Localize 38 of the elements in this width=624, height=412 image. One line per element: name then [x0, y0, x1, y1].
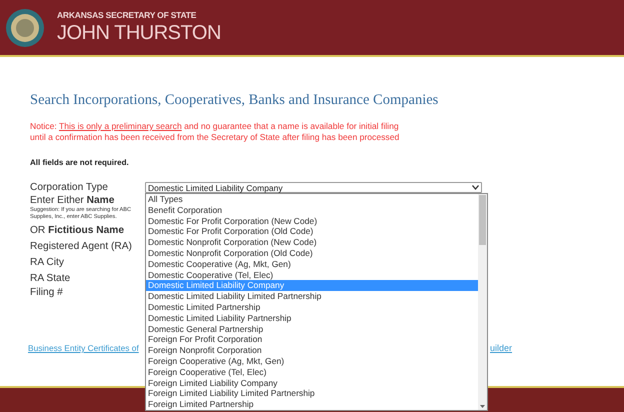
- scroll-down-icon[interactable]: [480, 404, 485, 408]
- corporation-type-select[interactable]: Domestic Limited Liability Company: [145, 182, 482, 193]
- dropdown-option[interactable]: Foreign Limited Partnership: [146, 399, 478, 410]
- field-label: OR Fictitious Name: [30, 225, 125, 237]
- dropdown-option[interactable]: Foreign For Profit Corporation: [146, 334, 478, 346]
- dropdown-option[interactable]: Domestic For Profit Corporation (Old Code): [146, 226, 478, 238]
- field-label: RA City: [30, 257, 65, 269]
- scrollbar-thumb[interactable]: [479, 195, 486, 245]
- dropdown-option[interactable]: Foreign Cooperative (Ag, Mkt, Gen): [146, 356, 478, 367]
- dropdown-option[interactable]: Domestic Nonprofit Corporation (Old Code): [146, 248, 478, 259]
- dropdown-option[interactable]: Foreign Nonprofit Corporation: [146, 345, 478, 356]
- dropdown-option[interactable]: Domestic General Partnership: [146, 324, 478, 334]
- preliminary-search-link[interactable]: This is only a preliminary search: [58, 121, 182, 131]
- field-label: Filing #: [30, 287, 64, 299]
- dropdown-option[interactable]: Domestic Nonprofit Corporation (New Code): [146, 237, 478, 248]
- page-title: Search Incorporations, Cooperatives, Banks and Insurance Companies: [30, 91, 440, 109]
- dropdown-option[interactable]: Domestic Limited Liability Partnership: [146, 312, 478, 324]
- dropdown-option[interactable]: Benefit Corporation: [146, 204, 478, 216]
- dropdown-option[interactable]: Domestic Limited Partnership: [146, 302, 478, 313]
- field-label: Corporation Type: [30, 182, 109, 194]
- header-name: JOHN THURSTON: [57, 21, 221, 45]
- notice-text: Notice: This is only a preliminary search and no guarantee that a name is available for initial filing until a confirmation has been received from the Secretary of State after filing has been processed: [30, 121, 400, 143]
- dropdown-option[interactable]: Domestic Cooperative (Ag, Mkt, Gen): [146, 258, 478, 270]
- dropdown-option[interactable]: Foreign Limited Liability Company: [146, 378, 478, 388]
- dropdown-option[interactable]: Domestic Limited Liability Limited Partnership: [146, 291, 478, 302]
- caret-icon: [472, 185, 479, 190]
- field-label: RA State: [30, 273, 72, 285]
- field-label: Enter Either Name: [30, 195, 116, 207]
- seal-icon: [5, 8, 45, 48]
- scrollbar[interactable]: [478, 194, 487, 410]
- field-label: Registered Agent (RA): [30, 241, 133, 253]
- required-note: All fields are not required.: [30, 157, 130, 169]
- dropdown-option[interactable]: Foreign Limited Liability Limited Partnership: [146, 388, 478, 400]
- dropdown-option[interactable]: Foreign Cooperative (Tel, Elec): [146, 366, 478, 378]
- dropdown-option[interactable]: Domestic Cooperative (Tel, Elec): [146, 270, 478, 280]
- header-subtitle: ARKANSAS SECRETARY OF STATE: [57, 10, 198, 21]
- dropdown-option[interactable]: All Types: [146, 194, 478, 205]
- dropdown-option[interactable]: Domestic For Profit Corporation (New Code): [146, 216, 478, 226]
